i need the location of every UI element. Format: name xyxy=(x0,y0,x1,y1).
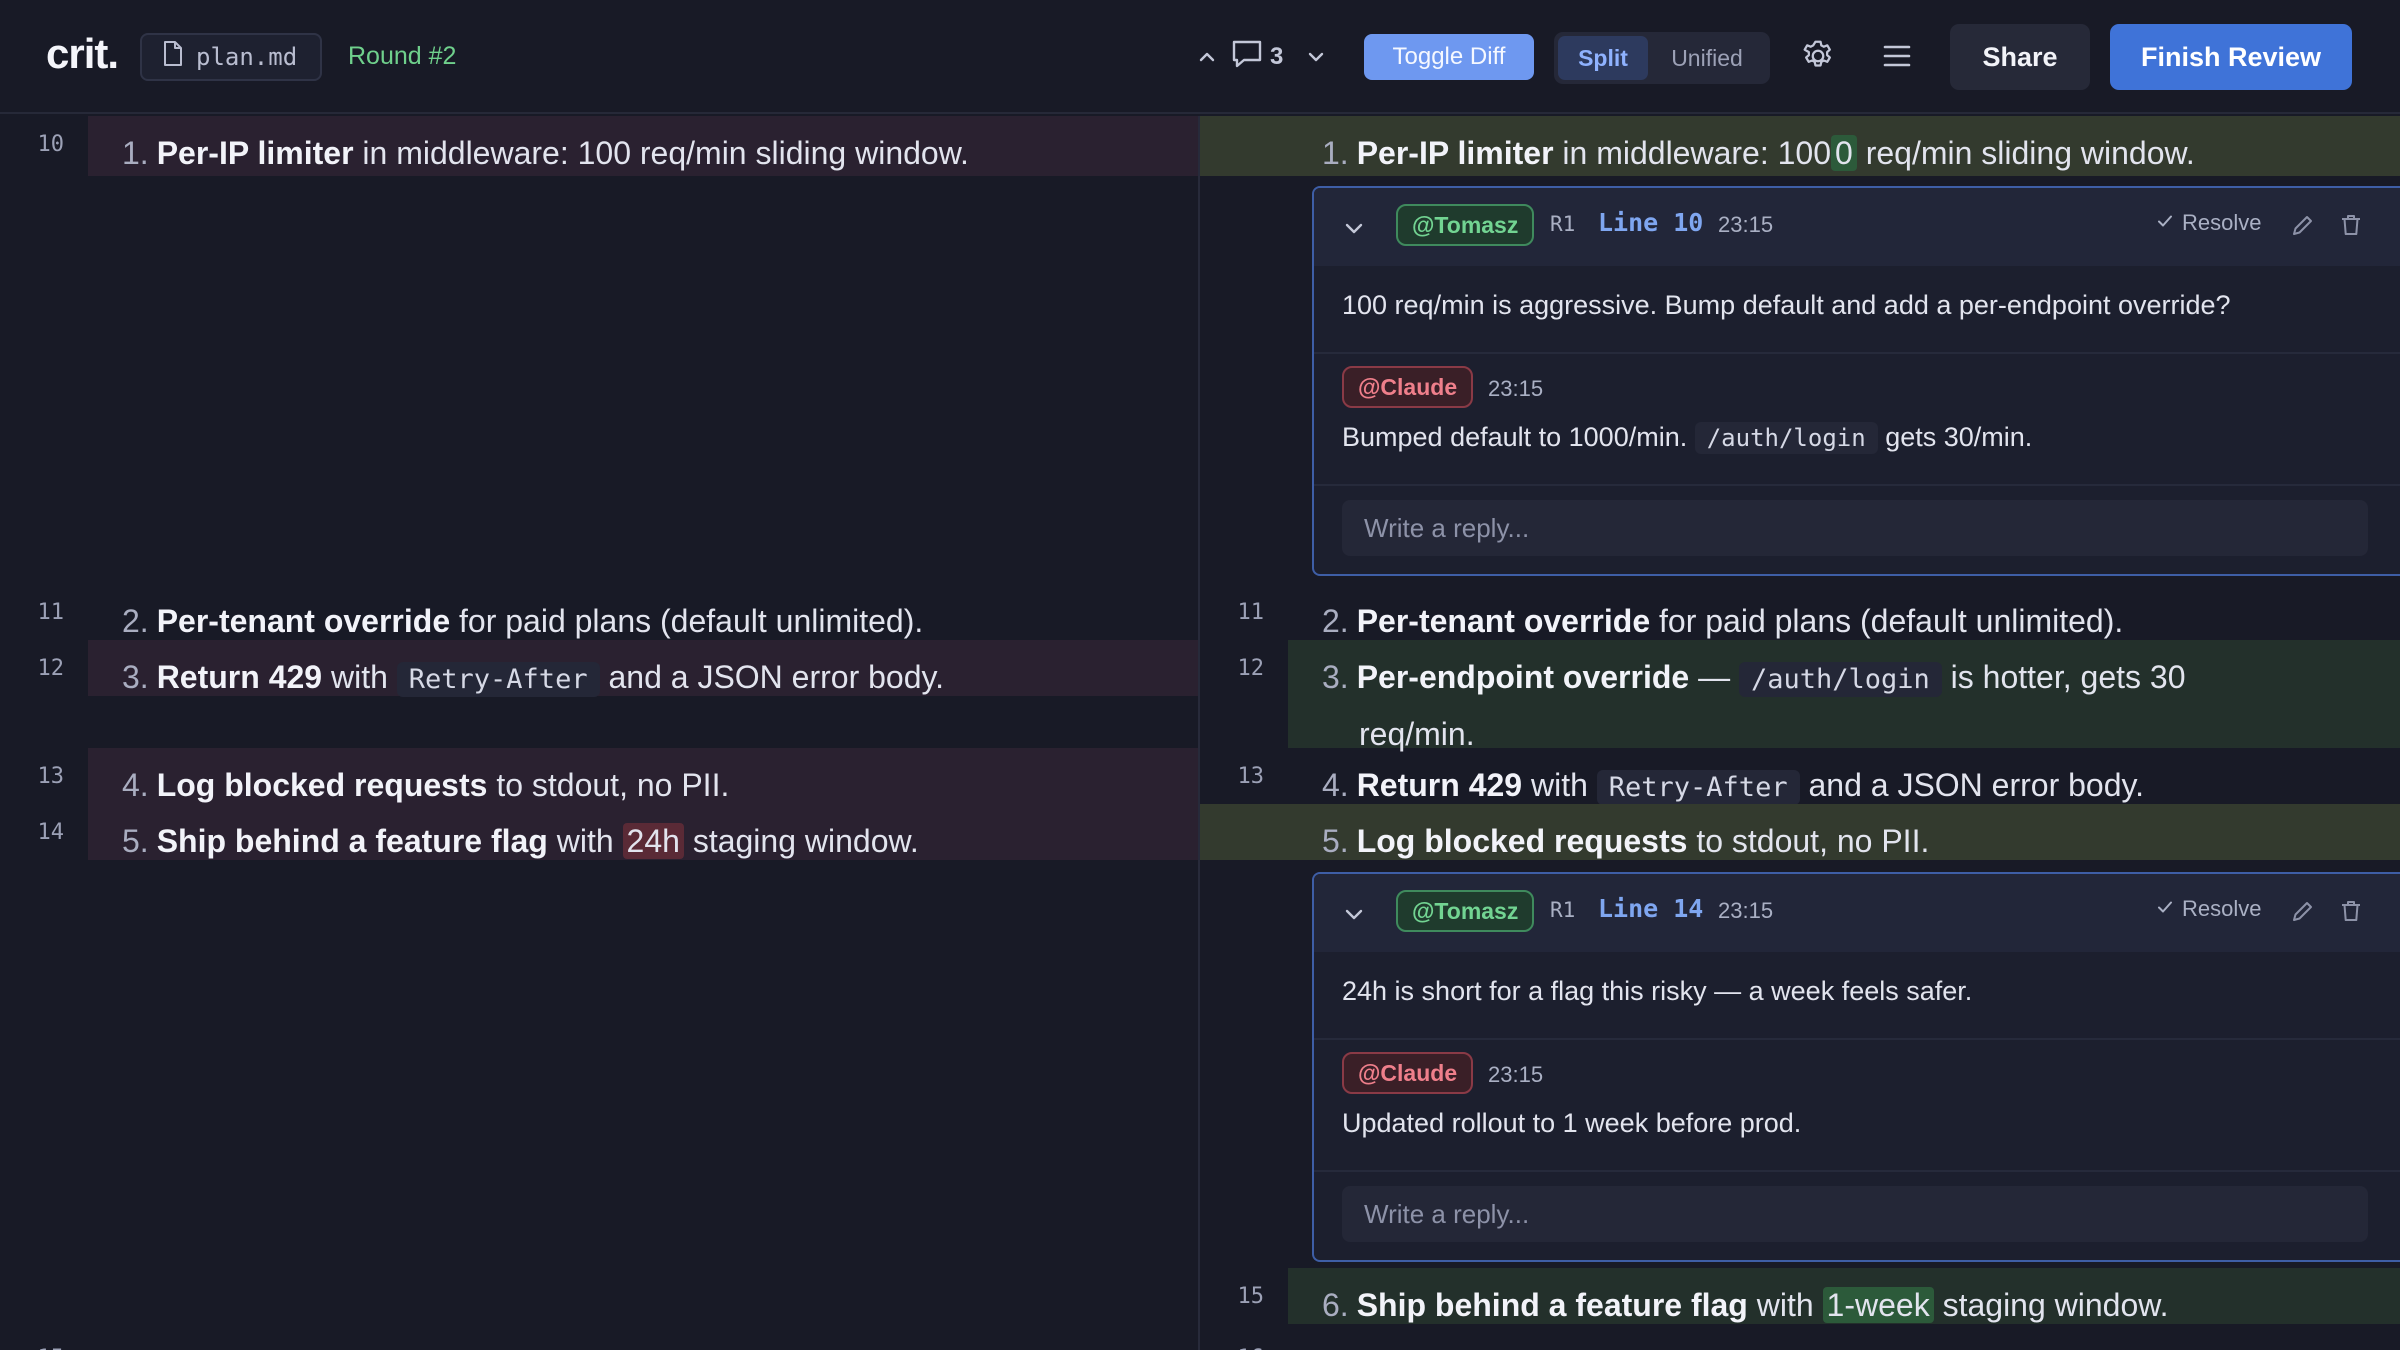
line-content: 6. Ship behind a feature flag with 1-week… xyxy=(1322,1287,2169,1323)
diff-line[interactable]: 15 xyxy=(0,1330,1198,1350)
reply-time: 23:15 xyxy=(1488,376,1544,401)
line-content: 3. Per-endpoint override — /auth/login is… xyxy=(1322,659,2186,752)
reply-text: Updated rollout to 1 week before prod. xyxy=(1342,1108,1802,1138)
author-badge[interactable]: @Tomasz xyxy=(1396,890,1535,932)
diff-line[interactable]: 12 3. Return 429 with Retry-After and a J… xyxy=(0,640,1198,697)
diff-line[interactable]: 13 4. Return 429 with Retry-After and a J… xyxy=(1200,748,2400,805)
removed-word: 24h xyxy=(622,823,684,859)
chevron-up-icon[interactable] xyxy=(1196,46,1218,68)
round-tag: R1 xyxy=(1550,212,1576,236)
check-icon xyxy=(2156,210,2174,236)
round-label: Round #2 xyxy=(348,42,457,70)
comment-thread: @Tomasz R1 Line 14 23:15 Resolve 24h is … xyxy=(1312,872,2400,1262)
thread-header: @Tomasz R1 Line 14 23:15 Resolve xyxy=(1314,874,2400,952)
reply-author-badge[interactable]: @Claude xyxy=(1342,1052,1474,1094)
line-number: 12 xyxy=(37,656,65,681)
diff-line[interactable]: 12 3. Per-endpoint override — /auth/login… xyxy=(1200,640,2400,752)
toggle-diff-button[interactable]: Toggle Diff xyxy=(1364,34,1534,80)
line-number: 13 xyxy=(37,764,65,789)
comment-count-button[interactable]: 3 xyxy=(1230,38,1283,77)
line-content: 5. Log blocked requests to stdout, no PII… xyxy=(1322,823,1930,859)
chevron-down-icon[interactable] xyxy=(1305,46,1327,68)
resolve-button[interactable]: Resolve xyxy=(2156,210,2261,236)
delete-icon[interactable] xyxy=(2338,898,2364,929)
line-reference-link[interactable]: Line 14 xyxy=(1598,894,1703,923)
finish-review-button[interactable]: Finish Review xyxy=(2110,24,2352,90)
comment-navigator: 3 xyxy=(1196,34,1327,80)
line-number: 16 xyxy=(1204,1346,1265,1350)
line-number: 12 xyxy=(1237,656,1265,681)
line-content: 5. Ship behind a feature flag with 24h st… xyxy=(122,823,919,859)
line-number: 10 xyxy=(37,132,65,157)
menu-icon[interactable] xyxy=(1882,42,1912,70)
diff-line[interactable]: 11 2. Per-tenant override for paid plans … xyxy=(1200,584,2400,640)
file-name: plan.md xyxy=(196,43,298,71)
reply-text: Bumped default to 1000/min. /auth/login … xyxy=(1342,422,2033,454)
separator xyxy=(1314,1170,2400,1172)
delete-icon[interactable] xyxy=(2338,212,2364,243)
line-reference-link[interactable]: Line 10 xyxy=(1598,208,1703,237)
line-number: 11 xyxy=(1237,600,1265,625)
separator xyxy=(1314,352,2400,354)
reply-input[interactable] xyxy=(1342,1186,2368,1242)
file-name-chip[interactable]: plan.md xyxy=(140,33,322,81)
file-icon xyxy=(162,40,184,74)
comment-time: 23:15 xyxy=(1718,212,1774,237)
comment-icon xyxy=(1230,38,1264,77)
added-word: 1-week xyxy=(1822,1287,1934,1323)
top-bar: crit. plan.md Round #2 3 Toggle Diff Spl… xyxy=(0,0,2400,114)
gear-icon[interactable] xyxy=(1800,38,1836,74)
reply-time: 23:15 xyxy=(1488,1062,1544,1087)
comment-text: 100 req/min is aggressive. Bump default … xyxy=(1342,290,2231,320)
old-version-pane: 10 1. Per-IP limiter in middleware: 100 r… xyxy=(0,116,1198,1350)
diff-line[interactable]: 15 6. Ship behind a feature flag with 1-w… xyxy=(1200,1268,2400,1324)
added-word: 0 xyxy=(1831,135,1857,171)
edit-icon[interactable] xyxy=(2290,898,2316,929)
diff-line[interactable]: 14 5. Ship behind a feature flag with 24h… xyxy=(0,804,1198,860)
thread-header: @Tomasz R1 Line 10 23:15 Resolve xyxy=(1314,188,2400,266)
comment-time: 23:15 xyxy=(1718,898,1774,923)
line-content: 3. Return 429 with Retry-After and a JSON… xyxy=(122,659,945,697)
diff-line[interactable]: 11 2. Per-tenant override for paid plans … xyxy=(0,584,1198,640)
line-number: 14 xyxy=(37,820,65,845)
diff-line[interactable]: 14 5.Log blocked requests to stdout, no … xyxy=(1200,804,2400,860)
diff-line[interactable]: 10 1.Per-IP limiter in middleware: 1000 … xyxy=(1200,116,2400,176)
comment-count: 3 xyxy=(1270,43,1284,70)
split-view-button[interactable]: Split xyxy=(1558,36,1648,80)
reply-author-badge[interactable]: @Claude xyxy=(1342,366,1474,408)
line-number: 15 xyxy=(1237,1284,1265,1309)
comment-text: 24h is short for a flag this risky — a w… xyxy=(1342,976,1973,1006)
author-badge[interactable]: @Tomasz xyxy=(1396,204,1535,246)
reply-input[interactable] xyxy=(1342,500,2368,556)
comment-thread: @Tomasz R1 Line 10 23:15 Resolve 100 req… xyxy=(1312,186,2400,576)
chevron-down-icon[interactable] xyxy=(1342,216,1366,245)
resolve-button[interactable]: Resolve xyxy=(2156,896,2261,922)
separator xyxy=(1314,484,2400,486)
separator xyxy=(1314,1038,2400,1040)
round-tag: R1 xyxy=(1550,898,1576,922)
line-content: 1. Per-IP limiter in middleware: 100 0 req… xyxy=(1322,135,2195,171)
diff-line[interactable]: 13 4. Log blocked requests to stdout, no … xyxy=(0,748,1198,804)
diff-line[interactable]: 10 1. Per-IP limiter in middleware: 100 r… xyxy=(0,116,1198,176)
diff-line[interactable]: 16 xyxy=(1200,1330,2400,1350)
line-number: 15 xyxy=(4,1346,65,1350)
line-content: 1. Per-IP limiter in middleware: 100 req/… xyxy=(122,135,969,171)
chevron-down-icon[interactable] xyxy=(1342,902,1366,931)
share-button[interactable]: Share xyxy=(1950,24,2090,90)
check-icon xyxy=(2156,896,2174,922)
unified-view-button[interactable]: Unified xyxy=(1648,36,1766,80)
view-mode-toggle: Split Unified xyxy=(1554,32,1770,84)
app-logo[interactable]: crit. xyxy=(46,30,119,78)
line-number: 11 xyxy=(37,600,65,625)
line-number: 13 xyxy=(1237,764,1265,789)
edit-icon[interactable] xyxy=(2290,212,2316,243)
